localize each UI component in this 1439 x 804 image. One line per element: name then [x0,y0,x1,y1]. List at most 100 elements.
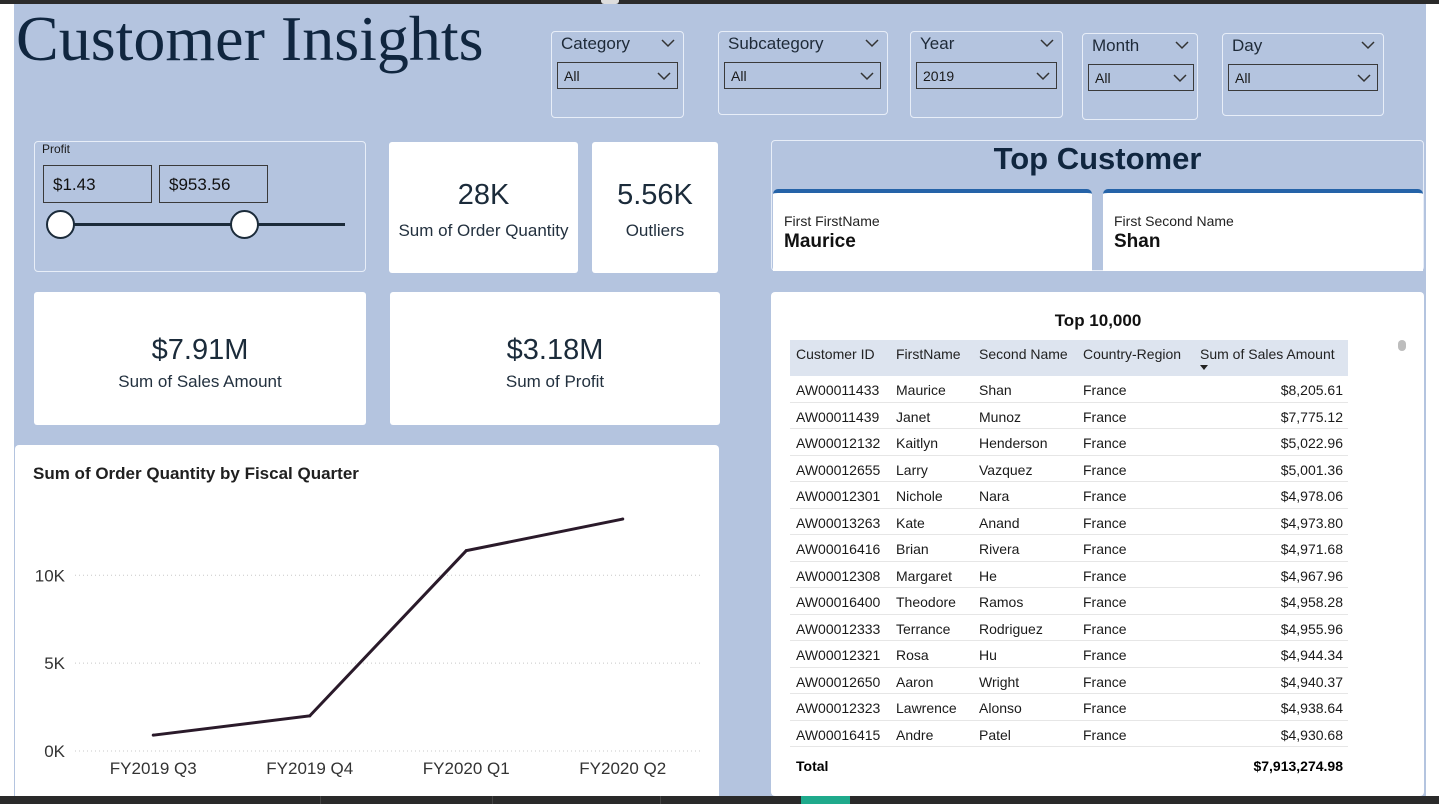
profit-slider-max-handle[interactable] [230,210,259,239]
chevron-down-icon[interactable] [865,38,879,48]
slicer-subcategory[interactable]: Subcategory All [718,31,888,115]
kpi-profit-value: $3.18M [506,334,604,366]
report-canvas: Customer Insights Category All Subcatego… [14,4,1426,796]
chevron-down-icon[interactable] [1040,38,1054,48]
slicer-category-value: All [564,68,580,84]
table-row[interactable]: AW00016400 Theodore Ramos France $4,958.28 [790,588,1348,615]
profit-slider-track[interactable] [61,223,345,226]
slicer-subcategory-dropdown[interactable]: All [724,62,881,89]
customer-id-cell: AW00012655 [796,461,881,478]
slicer-category[interactable]: Category All [551,31,684,118]
chevron-down-icon[interactable] [1036,71,1050,81]
firstname-cell: Theodore [896,594,956,610]
chevron-down-icon[interactable] [1173,73,1187,83]
order-quantity-line-chart[interactable]: Sum of Order Quantity by Fiscal Quarter … [15,445,719,796]
second-name-cell: Hu [979,647,997,663]
country-cell: France [1083,726,1127,743]
slicer-day-dropdown[interactable]: All [1228,64,1378,91]
table-row[interactable]: AW00016415 Andre Patel France $4,930.68 [790,721,1348,747]
active-page-tab[interactable] [801,796,850,804]
table-row[interactable]: AW00011439 Janet Munoz France $7,775.12 [790,403,1348,429]
data-point[interactable] [464,549,468,553]
top-customer-first-name-card: First FirstName Maurice [773,189,1092,271]
sales-amount-cell: $8,205.61 [1280,382,1343,398]
country-cell: France [1083,382,1127,398]
column-header-firstname[interactable]: FirstName [896,346,961,362]
country-cell: France [1083,408,1127,425]
sort-descending-icon[interactable] [1200,365,1208,370]
table-row[interactable]: AW00013263 Kate Anand France $4,973.80 [790,509,1348,535]
firstname-cell: Terrance [896,620,951,637]
chevron-down-icon[interactable] [860,71,874,81]
profit-range-slicer[interactable]: Profit $1.43 $953.56 [34,141,366,272]
data-point[interactable] [308,714,312,718]
kpi-card-order-quantity: 28K Sum of Order Quantity [389,142,578,273]
table-row[interactable]: AW00012132 Kaitlyn Henderson France $5,022.9… [790,429,1348,456]
sales-amount-cell: $4,938.64 [1280,700,1343,716]
country-cell: France [1083,700,1127,716]
table-row[interactable]: AW00012333 Terrance Rodriguez France $4,955.… [790,615,1348,641]
left-margin [0,4,14,796]
chevron-down-icon[interactable] [1361,40,1375,50]
slicer-year-label: Year [920,34,955,53]
column-header-country-region[interactable]: Country-Region [1083,346,1181,362]
kpi-card-profit: $3.18M Sum of Profit [390,292,720,425]
slicer-subcategory-label: Subcategory [728,34,824,53]
table-row[interactable]: AW00012301 Nichole Nara France $4,978.06 [790,482,1348,509]
table-row[interactable]: AW00012321 Rosa Hu France $4,944.34 [790,641,1348,668]
firstname-cell: Brian [896,541,929,557]
firstname-cell: Margaret [896,567,953,584]
table-row[interactable]: AW00012655 Larry Vazquez France $5,001.36 [790,456,1348,482]
slicer-day[interactable]: Day All [1222,33,1384,116]
column-header-second-name[interactable]: Second Name [979,346,1068,362]
kpi-card-sales: $7.91M Sum of Sales Amount [34,292,366,425]
sales-amount-cell: $4,973.80 [1280,514,1343,531]
chevron-down-icon[interactable] [1357,73,1371,83]
table-row[interactable]: AW00011433 Maurice Shan France $8,205.61 [790,376,1348,403]
slicer-month-value: All [1095,70,1111,86]
table-row[interactable]: AW00012308 Margaret He France $4,967.96 [790,562,1348,588]
second-name-cell: Nara [979,488,1010,504]
profit-max-input[interactable]: $953.56 [159,165,268,203]
sales-amount-cell: $4,930.68 [1280,726,1343,743]
customer-id-cell: AW00011433 [796,382,880,398]
second-name-cell: Shan [979,382,1012,398]
chevron-down-icon[interactable] [661,38,675,48]
slicer-category-dropdown[interactable]: All [557,62,678,89]
country-cell: France [1083,461,1127,478]
chart-plot[interactable]: 0K 5K 10K FY2019 Q3 FY2019 Q4 FY2020 Q1 FY2020… [15,445,719,796]
second-name-cell: Anand [979,514,1020,531]
kpi-profit-label: Sum of Profit [505,372,605,391]
table-row[interactable]: AW00016416 Brian Rivera France $4,971.68 [790,535,1348,562]
kpi-order-quantity-label: Sum of Order Quantity [398,221,569,240]
profit-min-input[interactable]: $1.43 [43,165,152,203]
profit-slider-min-handle[interactable] [46,210,75,239]
second-name-cell: Rivera [979,541,1020,557]
data-point[interactable] [151,733,155,737]
table-row[interactable]: AW00012323 Lawrence Alonso France $4,938.64 [790,694,1348,721]
first-name-label: First FirstName [784,213,880,229]
country-cell: France [1083,567,1127,584]
table-row[interactable]: AW00012650 Aaron Wright France $4,940.37 [790,668,1348,694]
top-customers-table[interactable]: Top 10,000 Customer ID FirstName Second … [771,292,1424,796]
second-name-cell: He [979,567,997,584]
slicer-year[interactable]: Year 2019 [910,31,1063,118]
series-line[interactable] [153,517,624,737]
column-header-sales-amount[interactable]: Sum of Sales Amount [1200,346,1335,362]
data-point[interactable] [621,517,625,521]
firstname-cell: Nichole [896,488,943,504]
kpi-card-outliers: 5.56K Outliers [592,142,718,273]
table-body[interactable]: AW00011433 Maurice Shan France $8,205.61 AW00… [790,376,1348,754]
slicer-month-dropdown[interactable]: All [1088,64,1194,91]
profit-max-value: $953.56 [169,175,231,194]
customer-id-cell: AW00012132 [796,435,881,451]
second-name-value: Shan [1114,231,1161,252]
slicer-year-dropdown[interactable]: 2019 [916,62,1057,89]
chevron-down-icon[interactable] [657,71,671,81]
chevron-down-icon[interactable] [1175,40,1189,50]
slicer-month[interactable]: Month All [1082,33,1198,120]
second-name-cell: Rodriguez [979,620,1043,637]
column-header-customer-id[interactable]: Customer ID [796,346,875,362]
firstname-cell: Andre [896,726,934,743]
table-scrollbar[interactable] [1398,340,1406,351]
